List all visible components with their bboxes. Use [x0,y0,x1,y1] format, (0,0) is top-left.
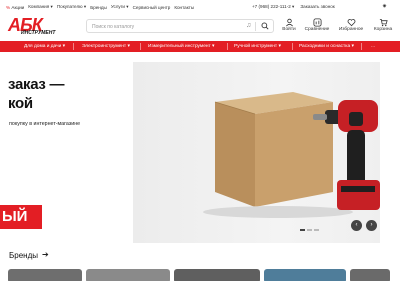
top-nav-company[interactable]: Компания ▾ [28,4,53,10]
compare-button[interactable]: Сравнение [302,18,332,32]
chevron-down-icon: ▾ [210,44,215,49]
slider-dots [300,229,319,231]
top-nav-customer[interactable]: Покупателю ▾ [57,4,86,10]
chevron-down-icon: ▾ [82,4,87,9]
chevron-down-icon: ▾ [290,4,295,9]
brand-card[interactable] [174,269,260,281]
divider [361,43,362,50]
arrow-right-icon[interactable]: ➔ [42,250,49,259]
search-placeholder: Поиск по каталогу [92,23,135,30]
logo[interactable]: АБК ИНСТРУМЕНТ [8,16,63,39]
chevron-down-icon: ▾ [61,44,66,49]
menu-item-measuring-tools[interactable]: Измерительный инструмент ▾ [148,44,214,49]
brand-card[interactable] [8,269,82,281]
percent-icon: % [6,4,11,10]
hero-banner[interactable]: заказ — кой покупку в интернет-магазине [0,62,380,243]
microphone-icon[interactable]: ♫ [246,22,251,29]
chevron-down-icon: ▾ [350,44,354,49]
chevron-down-icon: ▾ [126,44,130,49]
heart-icon [347,19,355,27]
search-icon[interactable] [261,22,269,30]
cart-icon [379,18,388,27]
divider [255,22,256,31]
top-nav-services[interactable]: Услуги ▾ [111,4,129,10]
slider-prev-arrow-icon[interactable]: ‹ [351,220,362,231]
brand-card[interactable] [350,269,390,281]
top-contacts: +7 (968) 222-111-2 ▾ Заказать звонок [252,4,335,10]
hero-image [133,62,380,243]
divider [73,43,74,50]
divider [227,43,228,50]
phone-link[interactable]: +7 (968) 222-111-2 ▾ [252,4,294,10]
compare-icon [312,18,322,27]
chevron-down-icon: ▾ [277,44,281,49]
login-button[interactable]: Войти [274,18,304,32]
top-nav-sales[interactable]: % Акции [6,5,24,10]
catalog-menu: Для дома и дачи ▾ Электроинструмент ▾ Из… [0,41,400,52]
top-bar: % Акции Компания ▾ Покупателю ▾ Бренды У… [0,0,400,14]
brand-card[interactable] [86,269,170,281]
menu-item-hand-tools[interactable]: Ручной инструмент ▾ [234,44,281,49]
theme-toggle-icon[interactable]: ✷ [382,3,387,10]
menu-item-power-tools[interactable]: Электроинструмент ▾ [82,44,130,49]
hero-cta-button[interactable]: ЫЙ [0,205,42,229]
user-icon [285,18,293,27]
hero-title-line-1: заказ — [8,76,65,93]
favorites-button[interactable]: Избранное [336,18,366,32]
chevron-down-icon: ▾ [124,4,129,9]
menu-more-button[interactable]: ... [371,44,375,49]
top-nav: % Акции Компания ▾ Покупателю ▾ Бренды У… [6,4,194,10]
top-nav-service-center[interactable]: Сервисный центр [133,5,171,10]
slider-dot[interactable] [314,229,319,231]
top-nav-brands[interactable]: Бренды [90,5,107,10]
hero-subtitle: покупку в интернет-магазине [9,121,81,127]
divider [140,43,141,50]
brands-heading: Бренды [9,251,38,260]
menu-item-home-garden[interactable]: Для дома и дачи ▾ [24,44,65,49]
hero-title-line-2: кой [8,95,33,112]
cart-button[interactable]: Корзина [368,18,398,32]
callback-link[interactable]: Заказать звонок [300,4,334,10]
slider-next-arrow-icon[interactable]: › [366,220,377,231]
chevron-down-icon: ▾ [49,4,53,9]
top-nav-contacts[interactable]: Контакты [174,5,194,10]
slider-dot-active[interactable] [300,229,305,231]
search-input[interactable]: Поиск по каталогу ♫ [86,19,274,33]
box-and-drill-illustration [203,92,380,218]
slider-dot[interactable] [307,229,312,231]
menu-item-consumables[interactable]: Расходники и оснастка ▾ [299,44,354,49]
divider [292,43,293,50]
brand-card[interactable] [264,269,346,281]
